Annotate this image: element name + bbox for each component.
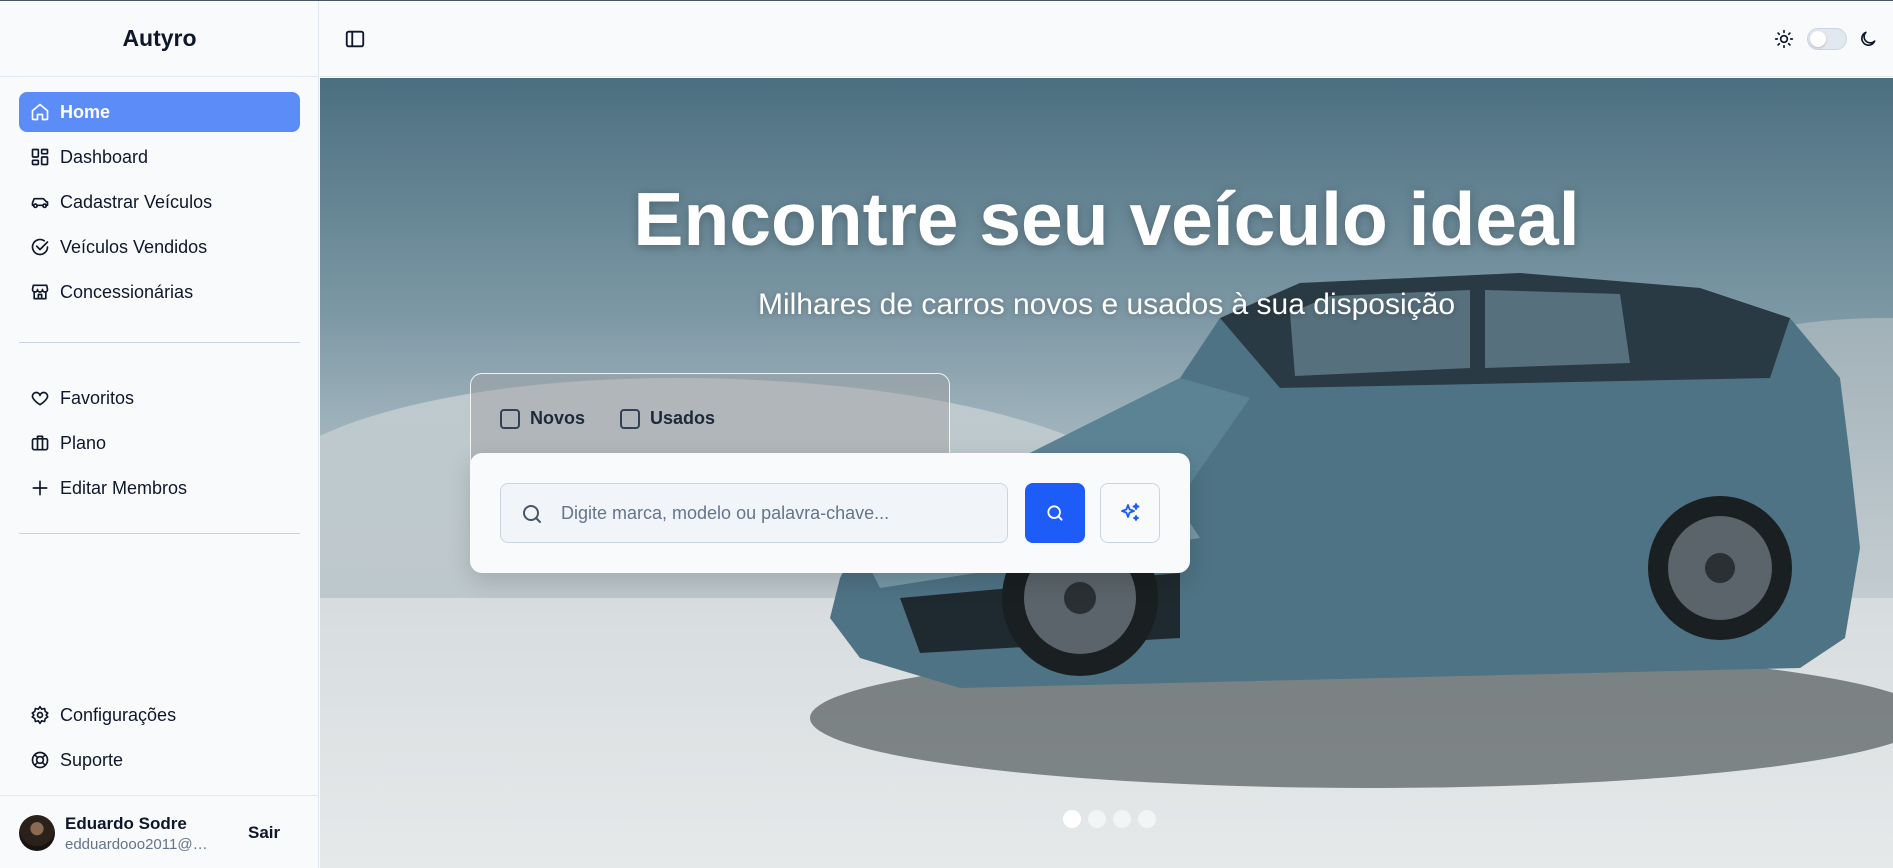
sidebar-item-label: Concessionárias bbox=[60, 281, 194, 302]
check-circle-icon bbox=[31, 238, 49, 256]
search-input[interactable] bbox=[561, 484, 1001, 542]
sidebar-item-cadastrar-veiculos[interactable]: Cadastrar Veículos bbox=[19, 182, 300, 222]
sidebar-item-dashboard[interactable]: Dashboard bbox=[19, 137, 300, 177]
checkbox-label: Novos bbox=[530, 408, 586, 428]
filter-novos-checkbox[interactable]: Novos bbox=[500, 408, 585, 429]
sidebar-divider bbox=[19, 342, 300, 343]
sidebar-item-label: Editar Membros bbox=[60, 477, 188, 498]
dashboard-icon bbox=[31, 148, 49, 166]
gear-icon bbox=[31, 705, 49, 725]
carousel-dot[interactable] bbox=[1088, 810, 1106, 828]
theme-switcher bbox=[1763, 27, 1893, 51]
search-button[interactable] bbox=[1025, 483, 1085, 543]
heart-icon bbox=[31, 391, 49, 406]
lifebuoy-icon bbox=[31, 751, 49, 769]
sidebar-item-label: Configurações bbox=[60, 704, 177, 725]
home-icon bbox=[31, 103, 49, 121]
sidebar-item-label: Dashboard bbox=[60, 146, 149, 167]
ai-search-button[interactable] bbox=[1100, 483, 1160, 543]
user-email: edduardooo2011@gmail.com bbox=[65, 836, 215, 853]
sidebar: Autyro Home Dashboard Cadastrar Veículos… bbox=[0, 1, 319, 868]
toggle-knob bbox=[1810, 31, 1826, 47]
briefcase-icon bbox=[31, 435, 49, 451]
sidebar-item-label: Suporte bbox=[60, 749, 124, 770]
moon-icon bbox=[1861, 31, 1876, 46]
sidebar-item-label: Veículos Vendidos bbox=[60, 236, 208, 257]
search-icon bbox=[523, 505, 541, 523]
sidebar-item-home[interactable]: Home bbox=[19, 92, 300, 132]
sidebar-toggle-icon[interactable] bbox=[344, 28, 366, 50]
bottom-nav: Configurações Suporte bbox=[19, 695, 300, 785]
sidebar-item-label: Cadastrar Veículos bbox=[60, 191, 213, 212]
sidebar-item-suporte[interactable]: Suporte bbox=[19, 740, 300, 780]
hero-banner: Encontre seu veículo ideal Milhares de c… bbox=[320, 78, 1893, 868]
filter-usados-checkbox[interactable]: Usados bbox=[620, 408, 715, 429]
carousel-dot[interactable] bbox=[1138, 810, 1156, 828]
carousel-indicators bbox=[1063, 810, 1156, 828]
condition-filter-panel: Novos Usados bbox=[470, 373, 950, 463]
sidebar-item-plano[interactable]: Plano bbox=[19, 423, 300, 463]
plus-icon bbox=[32, 480, 48, 496]
sidebar-item-veiculos-vendidos[interactable]: Veículos Vendidos bbox=[19, 227, 300, 267]
sidebar-divider bbox=[19, 533, 300, 534]
hero-subtitle: Milhares de carros novos e usados à sua … bbox=[757, 288, 1456, 321]
top-header bbox=[320, 1, 1893, 77]
search-box[interactable] bbox=[500, 483, 1008, 543]
checkbox-label: Usados bbox=[650, 408, 716, 428]
theme-toggle[interactable] bbox=[1807, 28, 1847, 50]
search-card bbox=[470, 453, 1190, 573]
user-name: Eduardo Sodre bbox=[65, 814, 187, 833]
store-icon bbox=[31, 284, 49, 300]
sidebar-item-label: Favoritos bbox=[60, 387, 135, 408]
secondary-nav: Favoritos Plano Editar Membros bbox=[19, 378, 300, 513]
main-nav: Home Dashboard Cadastrar Veículos Veícul… bbox=[19, 92, 300, 317]
user-panel: Eduardo Sodre edduardooo2011@gmail.com S… bbox=[0, 795, 319, 868]
sidebar-item-editar-membros[interactable]: Editar Membros bbox=[19, 468, 300, 508]
hero-title: Encontre seu veículo ideal bbox=[633, 177, 1580, 261]
carousel-dot[interactable] bbox=[1063, 810, 1081, 828]
checkbox-box[interactable] bbox=[500, 408, 520, 429]
sparkles-icon bbox=[1121, 503, 1140, 521]
checkbox-box[interactable] bbox=[620, 408, 640, 429]
sidebar-item-configuracoes[interactable]: Configurações bbox=[19, 695, 300, 735]
car-icon bbox=[31, 197, 49, 209]
sun-icon bbox=[1774, 29, 1794, 49]
avatar[interactable] bbox=[19, 815, 55, 851]
app-logo[interactable]: Autyro bbox=[0, 1, 319, 77]
sidebar-item-concessionarias[interactable]: Concessionárias bbox=[19, 272, 300, 312]
carousel-dot[interactable] bbox=[1113, 810, 1131, 828]
sidebar-item-label: Home bbox=[60, 101, 111, 122]
sidebar-item-favoritos[interactable]: Favoritos bbox=[19, 378, 300, 418]
logout-button[interactable]: Sair bbox=[248, 823, 280, 843]
search-icon bbox=[1047, 505, 1063, 521]
sidebar-item-label: Plano bbox=[60, 432, 107, 453]
